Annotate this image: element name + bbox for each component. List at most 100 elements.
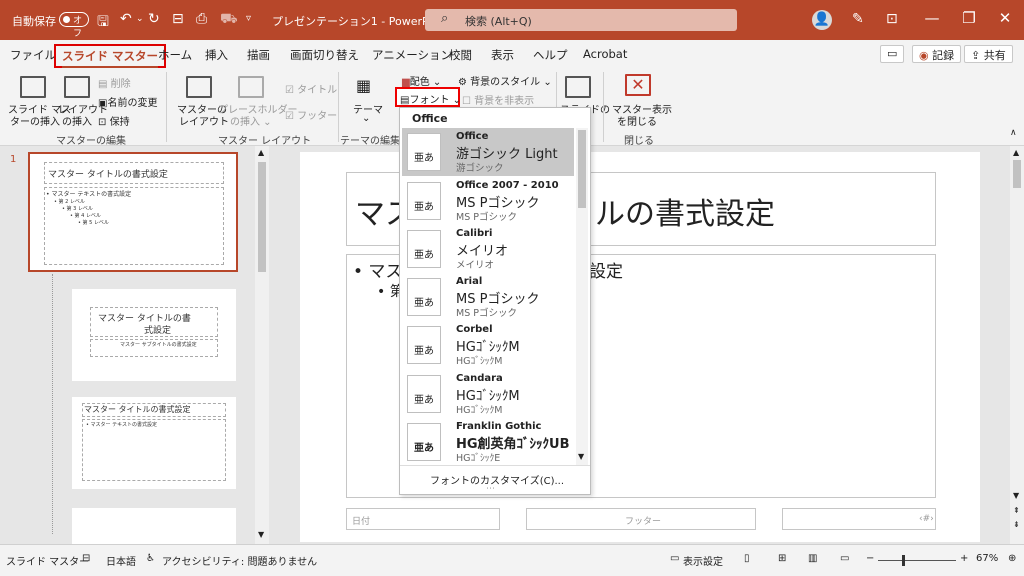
scroll-up-icon[interactable]: ▲ xyxy=(258,148,264,157)
ribbon-display-icon[interactable]: ⊡ xyxy=(886,11,898,27)
share-button[interactable]: ⇪ 共有 xyxy=(964,45,1013,63)
font-option-corbel[interactable]: 亜あ Corbel HGｺﾞｼｯｸM HGｺﾞｼｯｸM xyxy=(402,321,574,369)
font-option-calibri[interactable]: 亜あ Calibri メイリオ メイリオ xyxy=(402,225,574,273)
scroll-thumb[interactable] xyxy=(1013,160,1021,188)
font-body: MS Pゴシック xyxy=(456,308,517,319)
theme-icon[interactable]: ▦ xyxy=(356,76,371,95)
hide-background-checkbox[interactable]: ☐ 背景を非表示 xyxy=(462,92,534,107)
tab-insert[interactable]: 挿入 xyxy=(205,47,228,63)
tab-file[interactable]: ファイル xyxy=(10,47,56,63)
print-preview-icon[interactable]: ⎙ xyxy=(196,11,207,27)
spelling-icon[interactable]: ⊟ xyxy=(82,553,90,564)
undo-dropdown-icon[interactable]: ⌄ xyxy=(136,14,144,24)
delete-button[interactable]: ▤ 削除 xyxy=(98,75,131,90)
normal-view-icon[interactable]: ▯ xyxy=(744,553,750,564)
reading-view-icon[interactable]: ▥ xyxy=(808,553,817,564)
accessibility-icon[interactable]: ♿ xyxy=(146,553,155,564)
background-styles-button[interactable]: ⚙ 背景のスタイル ⌄ xyxy=(458,73,552,88)
language[interactable]: 日本語 xyxy=(106,553,136,568)
insert-layout-label-2[interactable]: の挿入 xyxy=(62,113,92,128)
font-option-candara[interactable]: 亜あ Candara HGｺﾞｼｯｸM HGｺﾞｼｯｸM xyxy=(402,370,574,418)
close-master-label-2[interactable]: を閉じる xyxy=(617,113,657,128)
tab-draw[interactable]: 描画 xyxy=(247,47,270,63)
paint-icon[interactable]: ⛟ xyxy=(220,11,238,29)
comments-button[interactable]: ▭ xyxy=(880,45,904,63)
tab-home[interactable]: ホーム xyxy=(158,47,192,63)
scroll-thumb[interactable] xyxy=(578,130,586,208)
tab-review[interactable]: 校閲 xyxy=(449,47,472,63)
title-checkbox[interactable]: ☑ タイトル xyxy=(285,81,337,96)
scroll-down-icon[interactable]: ▼ xyxy=(258,530,264,539)
tab-animations[interactable]: アニメーション xyxy=(372,47,452,63)
customize-toolbar-icon[interactable]: ▿ xyxy=(246,13,251,24)
zoom-out-icon[interactable]: − xyxy=(866,553,874,564)
undo-icon[interactable]: ↶ xyxy=(120,11,132,27)
fit-slide-icon[interactable]: ⊕ xyxy=(1008,553,1016,564)
redo-icon[interactable]: ↻ xyxy=(148,11,160,27)
avatar[interactable]: 👤 xyxy=(812,10,832,30)
rename-button[interactable]: ▣名前の変更 xyxy=(98,94,157,109)
preserve-button[interactable]: ⊡ 保持 xyxy=(98,113,130,128)
zoom-level[interactable]: 67% xyxy=(976,553,998,564)
record-button[interactable]: ◉ 記録 xyxy=(912,45,962,63)
accessibility-status[interactable]: アクセシビリティ: 問題ありません xyxy=(162,553,317,568)
close-icon[interactable]: ✕ xyxy=(990,9,1020,27)
save-icon[interactable]: 🖫 xyxy=(97,11,109,35)
zoom-slider-thumb[interactable] xyxy=(902,555,905,566)
display-settings[interactable]: 表示設定 xyxy=(683,553,723,568)
rename-label: 名前の変更 xyxy=(107,98,158,109)
footer-placeholder[interactable]: フッター xyxy=(526,508,756,530)
font-option-arial[interactable]: 亜あ Arial MS Pゴシック MS Pゴシック xyxy=(402,273,574,321)
date-placeholder[interactable]: 日付 xyxy=(346,508,500,530)
insert-layout-icon[interactable] xyxy=(64,76,90,98)
slide-sorter-icon[interactable]: ⊞ xyxy=(778,553,786,564)
minimize-icon[interactable]: — xyxy=(917,9,947,27)
previous-slide-icon[interactable]: ⇞ xyxy=(1013,506,1020,515)
search-box[interactable]: ⌕ 検索 (Alt+Q) xyxy=(425,9,737,31)
tab-acrobat[interactable]: Acrobat xyxy=(583,47,627,61)
thumbnail-layout-title[interactable]: マスター タイトルの書 式設定 マスター サブタイトルの書式設定 xyxy=(72,289,236,381)
next-slide-icon[interactable]: ⇟ xyxy=(1013,520,1020,529)
tab-slide-master[interactable]: スライド マスター xyxy=(54,44,167,68)
font-option-office[interactable]: 亜あ Office 游ゴシック Light 游ゴシック xyxy=(402,128,574,176)
scroll-up-icon[interactable]: ▲ xyxy=(1013,148,1019,157)
collapse-ribbon-icon[interactable]: ∧ xyxy=(1010,128,1017,138)
pen-icon[interactable]: ✎ xyxy=(852,11,864,27)
scroll-thumb[interactable] xyxy=(258,162,266,272)
thumbnail-slide-master[interactable]: マスター タイトルの書式設定 • マスター テキストの書式設定 • 第 2 レベ… xyxy=(28,152,238,272)
page-number-placeholder[interactable]: ‹#› xyxy=(782,508,936,530)
close-master-icon[interactable]: ✕ xyxy=(625,74,651,96)
master-layout-icon[interactable] xyxy=(186,76,212,98)
tab-help[interactable]: ヘルプ xyxy=(533,47,568,63)
start-from-beginning-icon[interactable]: ⊟ xyxy=(172,11,184,27)
tab-view[interactable]: 表示 xyxy=(491,47,514,63)
zoom-in-icon[interactable]: + xyxy=(960,553,968,564)
theme-dropdown-icon[interactable]: ⌄ xyxy=(362,113,370,124)
scroll-down-icon[interactable]: ▼ xyxy=(1013,491,1019,500)
editor-scrollbar[interactable]: ▲ ▼ ⇞ ⇟ xyxy=(1010,146,1024,544)
insert-slide-master-icon[interactable] xyxy=(20,76,46,98)
font-option-franklin-gothic[interactable]: 亜あ Franklin Gothic HG創英角ｺﾞｼｯｸUB HGｺﾞｼｯｸE xyxy=(402,418,574,466)
font-option-office-2007[interactable]: 亜あ Office 2007 - 2010 MS Pゴシック MS Pゴシック xyxy=(402,177,574,225)
insert-placeholder-icon[interactable] xyxy=(238,76,264,98)
slide-size-icon[interactable] xyxy=(565,76,591,98)
insert-slide-master-label-2[interactable]: ターの挿入 xyxy=(10,113,60,128)
restore-icon[interactable]: ❐ xyxy=(954,9,984,27)
display-settings-icon[interactable]: ▭ xyxy=(670,553,679,564)
thumbnail-layout-next[interactable] xyxy=(72,508,236,544)
thumbnail-scrollbar[interactable]: ▲ ▼ xyxy=(255,146,269,544)
zoom-slider[interactable] xyxy=(878,560,956,561)
insert-placeholder-label-2[interactable]: の挿入 ⌄ xyxy=(230,113,272,128)
autosave-toggle[interactable]: オフ xyxy=(59,12,89,39)
checkbox-icon: ☑ xyxy=(285,85,294,96)
footer-checkbox[interactable]: ☑ フッター xyxy=(285,107,337,122)
resize-handle-icon[interactable]: ⋯ xyxy=(486,484,495,494)
slideshow-icon[interactable]: ▭ xyxy=(840,553,849,564)
colors-button[interactable]: ▆配色 ⌄ xyxy=(402,73,441,88)
tab-transitions[interactable]: 画面切り替え xyxy=(290,47,359,63)
scroll-down-icon[interactable]: ▼ xyxy=(578,452,584,461)
customize-fonts[interactable]: フォントのカスタマイズ(C)... xyxy=(430,472,564,487)
thumbnail-layout-content[interactable]: マスター タイトルの書式設定 • マスター テキストの書式設定 xyxy=(72,397,236,489)
fonts-button[interactable]: ▤フォント ⌄ xyxy=(395,87,461,107)
font-dropdown-scrollbar[interactable]: ▼ xyxy=(576,128,588,466)
